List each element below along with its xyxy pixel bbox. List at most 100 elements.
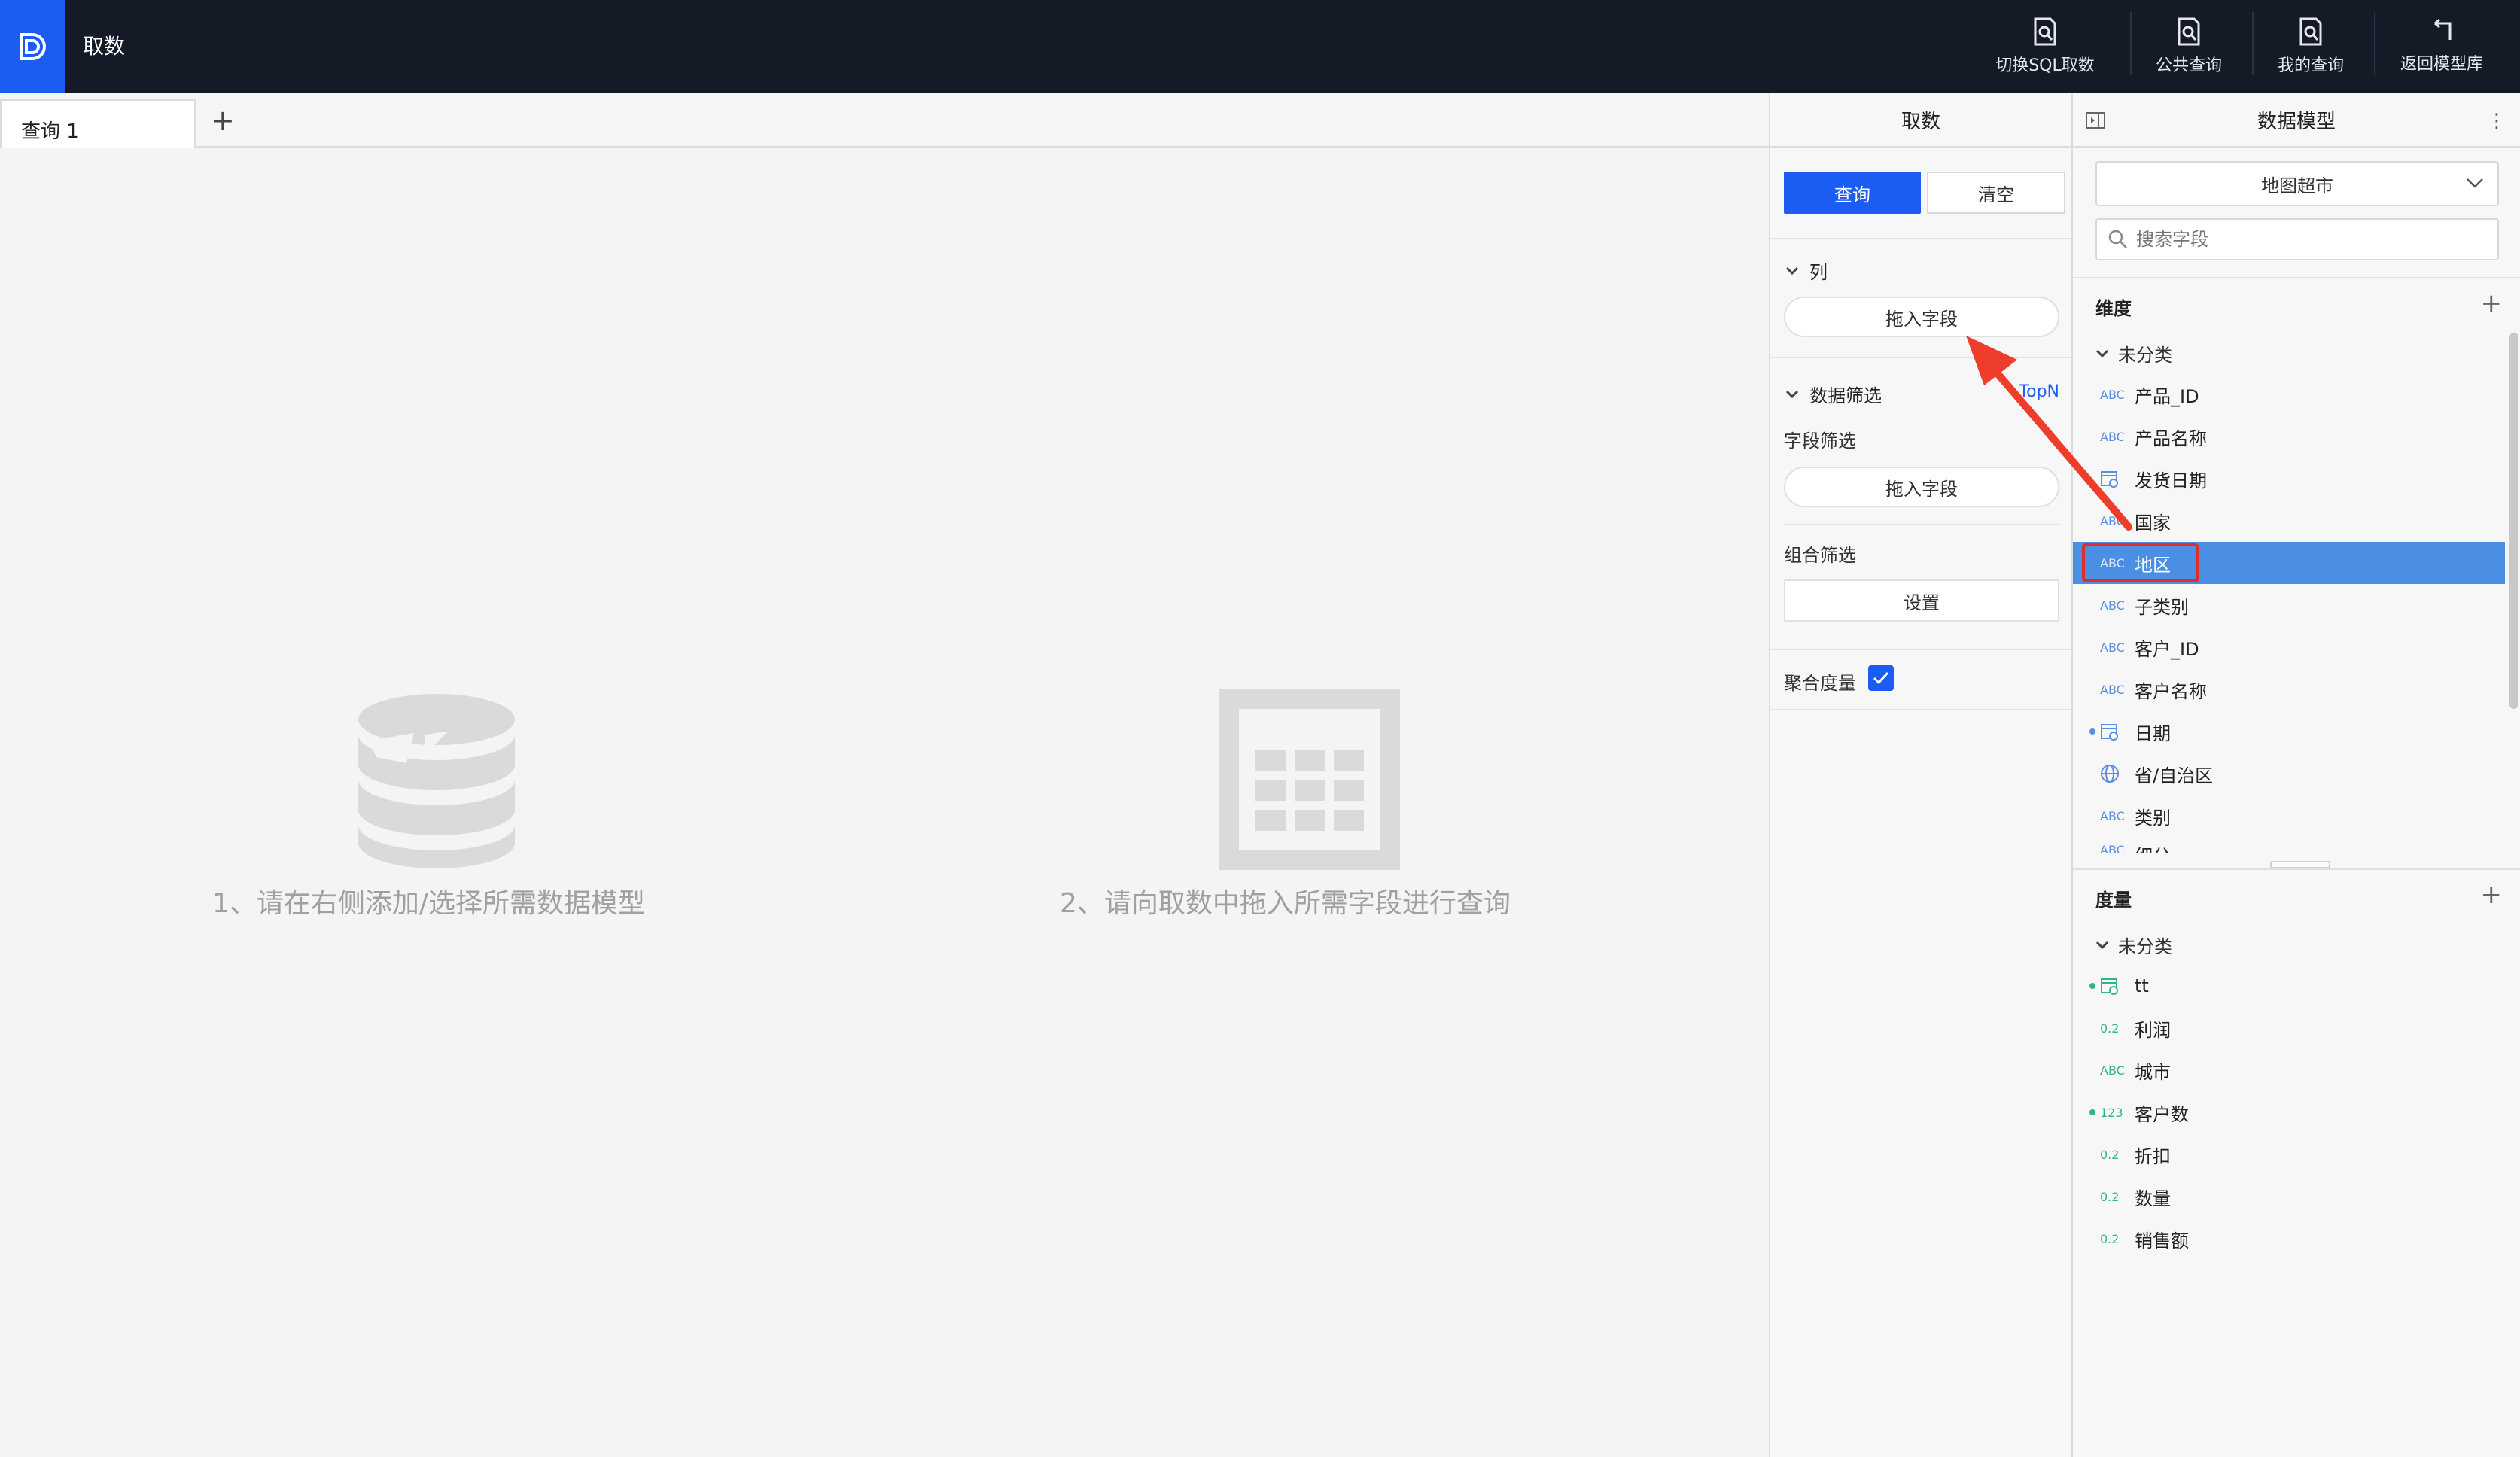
field-label: 客户名称 — [2135, 680, 2207, 702]
dimension-field-customer-id[interactable]: ABC 客户_ID — [2073, 626, 2505, 668]
columns-drop-zone[interactable]: 拖入字段 — [1784, 297, 2059, 337]
dimension-field-segment[interactable]: ABC 细分 — [2073, 837, 2505, 853]
app-title: 取数 — [83, 34, 126, 59]
app-logo[interactable] — [0, 0, 65, 93]
globe-icon — [2100, 764, 2135, 783]
aggregate-checkbox[interactable] — [1868, 665, 1894, 691]
query-button[interactable]: 查询 — [1784, 172, 1921, 214]
field-label: 发货日期 — [2135, 470, 2207, 491]
public-query-button[interactable]: 公共查询 — [2142, 0, 2235, 93]
more-options-icon[interactable]: ⋮ — [2487, 110, 2506, 132]
status-dot — [2089, 983, 2095, 989]
dimension-field-product-name[interactable]: ABC 产品名称 — [2073, 415, 2505, 458]
dimension-category-label: 未分类 — [2118, 345, 2172, 366]
text-type-icon: ABC — [2100, 387, 2125, 402]
field-label: 类别 — [2135, 807, 2171, 829]
field-label: 产品_ID — [2135, 385, 2199, 407]
dimension-field-ship-date[interactable]: 发货日期 — [2073, 458, 2505, 500]
chevron-down-icon — [2095, 349, 2109, 357]
switch-sql-button[interactable]: 切换SQL取数 — [1974, 0, 2117, 93]
field-label: 数量 — [2135, 1188, 2171, 1209]
field-search-input[interactable] — [2136, 229, 2482, 250]
logo-icon — [20, 33, 46, 60]
field-label: 客户数 — [2135, 1103, 2189, 1125]
return-model-library-label: 返回模型库 — [2400, 55, 2483, 74]
my-query-button[interactable]: 我的查询 — [2264, 0, 2357, 93]
dimension-scrollbar[interactable] — [2509, 333, 2518, 709]
columns-section-toggle[interactable]: 列 — [1785, 257, 1828, 284]
query-panel-title: 取数 — [1770, 93, 2071, 148]
query-config-panel: 取数 查询 清空 列 拖入字段 数据筛选 TopN 字段筛选 拖入字段 组合筛选… — [1769, 93, 2073, 1457]
dimension-field-province[interactable]: 省/自治区 — [2073, 753, 2505, 795]
text-type-icon: ABC — [2100, 808, 2125, 823]
text-type-icon: ABC — [2100, 843, 2125, 853]
measure-field-quantity[interactable]: 0.2 数量 — [2073, 1176, 2505, 1218]
clear-button[interactable]: 清空 — [1927, 172, 2065, 214]
chevron-down-icon — [2095, 941, 2109, 949]
dimension-category-toggle[interactable]: 未分类 — [2095, 340, 2172, 367]
table-icon — [1219, 689, 1400, 870]
top-bar: 取数 切换SQL取数 公共查询 我的查询 返回模型库 — [0, 0, 2520, 93]
model-panel-header: 数据模型 ⋮ — [2073, 93, 2520, 148]
measure-field-customer-count[interactable]: 123 客户数 — [2073, 1091, 2505, 1133]
add-tab-button[interactable]: + — [211, 104, 236, 137]
check-icon — [1873, 671, 1889, 685]
decimal-type-icon: 0.2 — [2100, 1021, 2120, 1036]
data-model-panel: 数据模型 ⋮ 地图超市 维度 + 未分类 ABC 产品_ID ABC 产品名称 … — [2071, 93, 2520, 1457]
switch-sql-label: 切换SQL取数 — [1995, 56, 2095, 75]
decimal-type-icon: 0.2 — [2100, 1147, 2120, 1162]
measure-field-tt[interactable]: tt — [2073, 965, 2505, 1007]
combo-filter-label: 组合筛选 — [1784, 545, 1856, 566]
doc-search-icon — [2178, 17, 2200, 46]
measure-category-label: 未分类 — [2118, 936, 2172, 957]
topn-link[interactable]: TopN — [2019, 382, 2059, 401]
field-label: tt — [2135, 975, 2149, 996]
filter-drop-zone[interactable]: 拖入字段 — [1784, 467, 2059, 507]
dimension-field-customer-name[interactable]: ABC 客户名称 — [2073, 668, 2505, 710]
measure-field-discount[interactable]: 0.2 折扣 — [2073, 1133, 2505, 1176]
dimension-field-subcategory[interactable]: ABC 子类别 — [2073, 584, 2505, 626]
query-canvas: 1、请在右侧添加/选择所需数据模型 2、请向取数中拖入所需字段进行查询 — [0, 148, 1769, 1457]
divider — [1770, 649, 2073, 650]
text-type-icon: ABC — [2100, 513, 2125, 528]
database-icon — [358, 694, 515, 868]
field-search-box[interactable] — [2095, 218, 2499, 260]
chevron-down-icon — [1785, 390, 1799, 398]
return-model-library-button[interactable]: 返回模型库 — [2386, 0, 2497, 93]
doc-search-icon — [2299, 17, 2322, 46]
resize-handle[interactable] — [2270, 861, 2330, 868]
measure-category-toggle[interactable]: 未分类 — [2095, 932, 2172, 958]
dimension-field-region[interactable]: ABC 地区 — [2073, 542, 2505, 584]
field-label: 产品名称 — [2135, 427, 2207, 449]
add-measure-button[interactable]: + — [2481, 882, 2503, 908]
calendar-icon — [2100, 722, 2135, 741]
text-type-icon: ABC — [2100, 598, 2125, 613]
field-label: 城市 — [2135, 1061, 2171, 1083]
dimensions-title: 维度 — [2095, 298, 2132, 319]
filter-section-toggle[interactable]: 数据筛选 — [1785, 381, 1882, 407]
field-filter-label: 字段筛选 — [1784, 430, 1856, 452]
field-label: 客户_ID — [2135, 638, 2199, 660]
measure-field-city[interactable]: ABC 城市 — [2073, 1049, 2505, 1091]
measures-title: 度量 — [2095, 890, 2132, 911]
separator — [2130, 12, 2132, 75]
field-label: 利润 — [2135, 1019, 2171, 1041]
aggregate-label: 聚合度量 — [1784, 673, 1856, 694]
chevron-down-icon — [2467, 178, 2483, 188]
status-dot — [2089, 728, 2095, 735]
add-dimension-button[interactable]: + — [2481, 290, 2503, 316]
chevron-down-icon — [1785, 266, 1799, 275]
model-select[interactable]: 地图超市 — [2095, 161, 2499, 206]
dimension-field-product-id[interactable]: ABC 产品_ID — [2073, 373, 2505, 415]
dimension-field-country[interactable]: ABC 国家 — [2073, 500, 2505, 542]
measure-field-sales[interactable]: 0.2 销售额 — [2073, 1218, 2505, 1260]
public-query-label: 公共查询 — [2155, 56, 2222, 75]
measure-field-profit[interactable]: 0.2 利润 — [2073, 1007, 2505, 1049]
field-label: 细分 — [2135, 841, 2171, 853]
dimension-field-category[interactable]: ABC 类别 — [2073, 795, 2505, 837]
combo-filter-set-button[interactable]: 设置 — [1784, 579, 2059, 622]
field-label: 省/自治区 — [2135, 765, 2214, 786]
tab-query-1[interactable]: 查询 1 — [0, 99, 196, 149]
dimension-field-date[interactable]: 日期 — [2073, 710, 2505, 753]
collapse-panel-icon[interactable] — [2085, 110, 2106, 136]
